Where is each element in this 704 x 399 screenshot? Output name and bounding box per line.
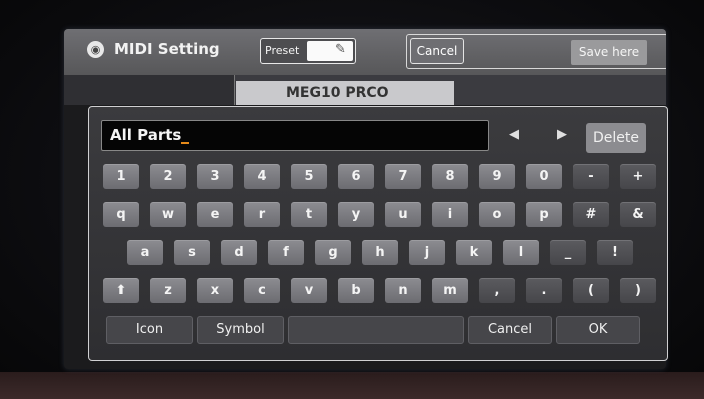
symbol-button[interactable]: Symbol — [197, 316, 284, 344]
preset-name-field[interactable]: ✎ — [307, 41, 353, 61]
key-row1-11[interactable]: + — [620, 164, 656, 189]
keyboard-dialog: All Parts ◀ ▶ Delete 1 2 3 4 5 6 7 8 9 0- + q w e r t y u… — [88, 106, 668, 361]
keyboard-cancel-button[interactable]: Cancel — [468, 316, 552, 344]
key-row4-9[interactable]: ( — [573, 278, 609, 303]
key-row3-6[interactable]: j — [409, 240, 445, 265]
cancel-button[interactable]: Cancel — [410, 38, 464, 64]
key-row2-7[interactable]: i — [432, 202, 468, 227]
key-row3-3[interactable]: f — [268, 240, 304, 265]
text-cursor — [181, 142, 190, 144]
key-row3-8[interactable]: l — [503, 240, 539, 265]
key-row4-2[interactable]: c — [244, 278, 280, 303]
key-row4-3[interactable]: v — [291, 278, 327, 303]
key-row1-1[interactable]: 2 — [150, 164, 186, 189]
key-row2-1[interactable]: w — [150, 202, 186, 227]
key-row2-3[interactable]: r — [244, 202, 280, 227]
key-row3-10[interactable]: ! — [597, 240, 633, 265]
key-row2-8[interactable]: o — [479, 202, 515, 227]
key-row3-5[interactable]: h — [362, 240, 398, 265]
preset-label: Preset — [265, 44, 300, 57]
preset-button[interactable]: Preset ✎ — [260, 38, 356, 64]
pencil-icon: ✎ — [335, 42, 346, 57]
key-row3-2[interactable]: d — [221, 240, 257, 265]
key-row3-0[interactable]: a — [127, 240, 163, 265]
name-input[interactable]: All Parts — [101, 120, 489, 151]
key-row1-4[interactable]: 5 — [291, 164, 327, 189]
midi-icon: ◉ — [87, 41, 104, 58]
key-row1-7[interactable]: 8 — [432, 164, 468, 189]
key-row2-6[interactable]: u — [385, 202, 421, 227]
background-list-item-label: MEG10 PRCO — [286, 85, 389, 101]
key-row4-0[interactable]: z — [150, 278, 186, 303]
key-row4-5[interactable]: n — [385, 278, 421, 303]
key-row2-4[interactable]: t — [291, 202, 327, 227]
title-bar: ◉ MIDI Setting Preset ✎ Cancel Save here — [64, 29, 666, 75]
window-title: MIDI Setting — [114, 40, 220, 58]
cursor-left-icon[interactable]: ◀ — [509, 127, 519, 142]
key-row4-1[interactable]: x — [197, 278, 233, 303]
key-row1-10[interactable]: - — [573, 164, 609, 189]
key-row2-9[interactable]: p — [526, 202, 562, 227]
key-row4-7[interactable]: , — [479, 278, 515, 303]
key-row1-6[interactable]: 7 — [385, 164, 421, 189]
key-row2-11[interactable]: & — [620, 202, 656, 227]
key-row1-5[interactable]: 6 — [338, 164, 374, 189]
key-row3-7[interactable]: k — [456, 240, 492, 265]
ok-button[interactable]: OK — [556, 316, 640, 344]
key-row4-6[interactable]: m — [432, 278, 468, 303]
background-panel-left — [64, 75, 234, 105]
icon-button[interactable]: Icon — [106, 316, 193, 344]
key-row1-9[interactable]: 0 — [526, 164, 562, 189]
key-row4-8[interactable]: . — [526, 278, 562, 303]
key-row3-1[interactable]: s — [174, 240, 210, 265]
shift-icon[interactable]: ⬆ — [103, 278, 139, 303]
instrument-panel-edge — [0, 372, 704, 399]
key-row2-10[interactable]: # — [573, 202, 609, 227]
name-input-value: All Parts — [110, 126, 182, 144]
key-row1-0[interactable]: 1 — [103, 164, 139, 189]
key-row1-3[interactable]: 4 — [244, 164, 280, 189]
delete-button[interactable]: Delete — [586, 123, 646, 153]
save-here-button[interactable]: Save here — [571, 40, 647, 65]
cursor-right-icon[interactable]: ▶ — [557, 127, 567, 142]
key-row2-2[interactable]: e — [197, 202, 233, 227]
key-row1-2[interactable]: 3 — [197, 164, 233, 189]
key-row4-4[interactable]: b — [338, 278, 374, 303]
key-row3-9[interactable]: _ — [550, 240, 586, 265]
key-row3-4[interactable]: g — [315, 240, 351, 265]
key-row2-0[interactable]: q — [103, 202, 139, 227]
key-row2-5[interactable]: y — [338, 202, 374, 227]
key-row1-8[interactable]: 9 — [479, 164, 515, 189]
space-bar[interactable] — [288, 316, 464, 344]
key-row4-10[interactable]: ) — [620, 278, 656, 303]
